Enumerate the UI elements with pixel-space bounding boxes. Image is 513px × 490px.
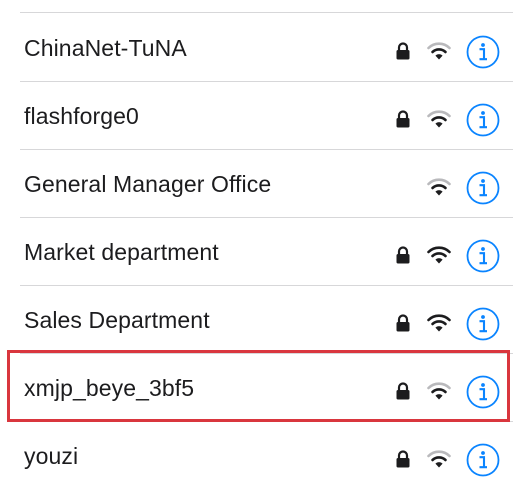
info-icon[interactable] [466, 239, 500, 273]
network-name: Market department [24, 239, 219, 265]
lock-icon [396, 382, 410, 400]
network-row[interactable]: youzi [0, 422, 513, 490]
lock-icon [396, 110, 410, 128]
separator [20, 12, 513, 13]
info-icon[interactable] [466, 375, 500, 409]
wifi-icon [427, 382, 451, 400]
network-row[interactable]: Sales Department [0, 286, 513, 354]
lock-icon [396, 42, 410, 60]
info-icon[interactable] [466, 307, 500, 341]
wifi-icon [427, 42, 451, 60]
network-name: General Manager Office [24, 171, 272, 197]
network-name: flashforge0 [24, 103, 139, 129]
lock-icon [396, 246, 410, 264]
wifi-icon [427, 178, 451, 196]
network-row[interactable]: General Manager Office [0, 150, 513, 218]
lock-icon [396, 450, 410, 468]
info-icon[interactable] [466, 103, 500, 137]
network-name: Sales Department [24, 307, 210, 333]
info-icon[interactable] [466, 443, 500, 477]
wifi-icon [427, 314, 451, 332]
wifi-icon [427, 246, 451, 264]
network-row[interactable]: flashforge0 [0, 82, 513, 150]
network-name: youzi [24, 443, 79, 469]
network-name: xmjp_beye_3bf5 [24, 375, 195, 401]
lock-icon [396, 314, 410, 332]
network-row[interactable]: ChinaNet-TuNA [0, 14, 513, 82]
wifi-icon [427, 110, 451, 128]
info-icon[interactable] [466, 171, 500, 205]
wifi-icon [427, 450, 451, 468]
info-icon[interactable] [466, 35, 500, 69]
wifi-network-list: ChinaNet-TuNA flashforge0 General Manage… [0, 0, 513, 477]
network-row[interactable]: Market department [0, 218, 513, 286]
network-name: ChinaNet-TuNA [24, 35, 187, 61]
network-row[interactable]: xmjp_beye_3bf5 [0, 354, 513, 422]
